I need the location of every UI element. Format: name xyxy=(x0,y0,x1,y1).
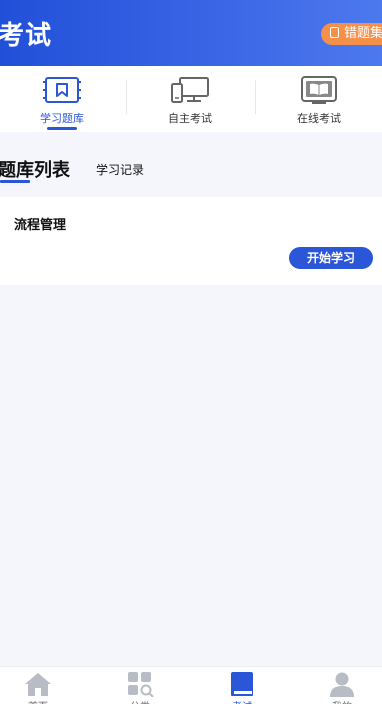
profile-icon xyxy=(330,672,354,697)
nav-item-category[interactable]: 分类 xyxy=(110,667,170,704)
active-tab-indicator xyxy=(47,127,77,130)
computer-icon xyxy=(171,77,209,103)
start-study-button[interactable]: 开始学习 xyxy=(289,247,373,269)
nav-label: 我的 xyxy=(312,698,372,704)
header-bar: 考试 错题集 xyxy=(0,0,382,66)
nav-label: 考试 xyxy=(212,698,272,704)
tab-divider xyxy=(126,80,127,114)
tab-self-exam[interactable]: 自主考试 xyxy=(150,66,230,132)
wrong-questions-button[interactable]: 错题集 xyxy=(321,23,382,45)
bottom-nav: 首页 分类 考试 我的 xyxy=(0,666,382,704)
nav-item-profile[interactable]: 我的 xyxy=(312,667,372,704)
page-title: 考试 xyxy=(0,21,53,51)
tab-online-exam[interactable]: 在线考试 xyxy=(279,66,359,132)
online-book-icon xyxy=(301,76,337,104)
home-icon xyxy=(25,673,51,696)
tab-label: 在线考试 xyxy=(297,112,341,125)
wrong-questions-label: 错题集 xyxy=(344,26,382,41)
section-title: 题库列表 xyxy=(0,160,70,181)
tab-divider xyxy=(255,80,256,114)
section-title-indicator xyxy=(0,180,30,183)
study-record-link[interactable]: 学习记录 xyxy=(96,161,144,178)
book-icon xyxy=(231,672,253,696)
tab-question-bank[interactable]: 学习题库 xyxy=(22,66,102,132)
tab-label: 学习题库 xyxy=(40,112,84,125)
nav-item-home[interactable]: 首页 xyxy=(8,667,68,704)
nav-label: 首页 xyxy=(8,698,68,704)
notebook-icon xyxy=(330,27,339,38)
tab-label: 自主考试 xyxy=(168,112,212,125)
exam-tabs: 学习题库 自主考试 在线考试 xyxy=(0,66,382,132)
nav-item-exam[interactable]: 考试 xyxy=(212,667,272,704)
question-bank-icon xyxy=(43,77,81,103)
category-icon xyxy=(128,672,154,697)
nav-label: 分类 xyxy=(110,698,170,704)
question-bank-title: 流程管理 xyxy=(14,218,67,233)
question-bank-card: 流程管理 开始学习 xyxy=(0,197,382,285)
